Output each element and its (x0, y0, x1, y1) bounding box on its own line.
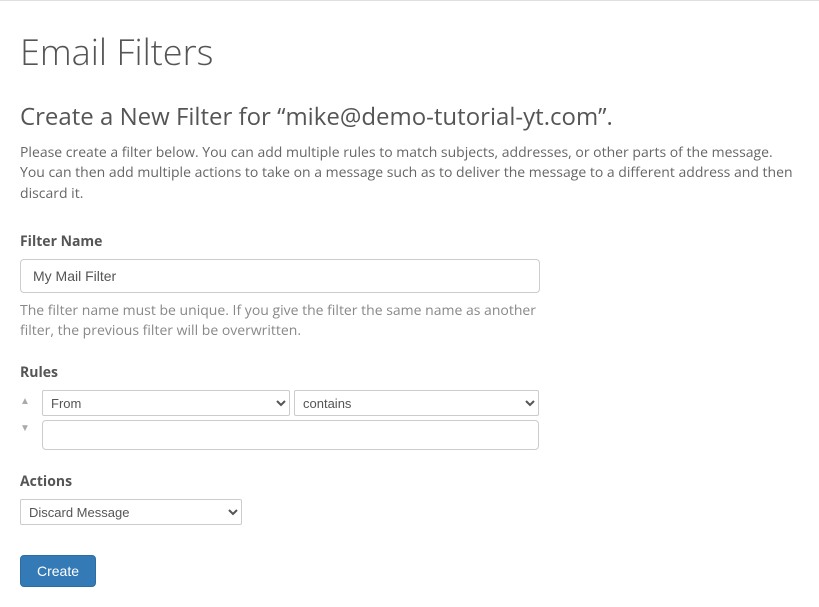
rule-match-select[interactable]: contains (294, 390, 539, 416)
filter-name-input[interactable] (20, 259, 540, 293)
move-down-icon[interactable]: ▼ (20, 419, 38, 446)
description-text: Please create a filter below. You can ad… (20, 143, 799, 204)
rules-section: Rules ▲ ▼ From contains (20, 363, 799, 450)
actions-section: Actions Discard Message (20, 472, 799, 525)
page-title: Email Filters (20, 27, 799, 76)
rule-value-input[interactable] (42, 420, 539, 450)
filter-name-section: Filter Name The filter name must be uniq… (20, 232, 799, 342)
rule-part-select[interactable]: From (42, 390, 290, 416)
filter-name-label: Filter Name (20, 232, 799, 251)
rule-reorder-arrows: ▲ ▼ (20, 390, 38, 446)
create-button[interactable]: Create (20, 555, 96, 587)
rules-label: Rules (20, 363, 799, 382)
actions-label: Actions (20, 472, 799, 491)
action-select[interactable]: Discard Message (20, 499, 242, 525)
filter-name-helper: The filter name must be unique. If you g… (20, 301, 540, 342)
subtitle: Create a New Filter for “mike@demo-tutor… (20, 100, 799, 133)
move-up-icon[interactable]: ▲ (20, 392, 38, 419)
